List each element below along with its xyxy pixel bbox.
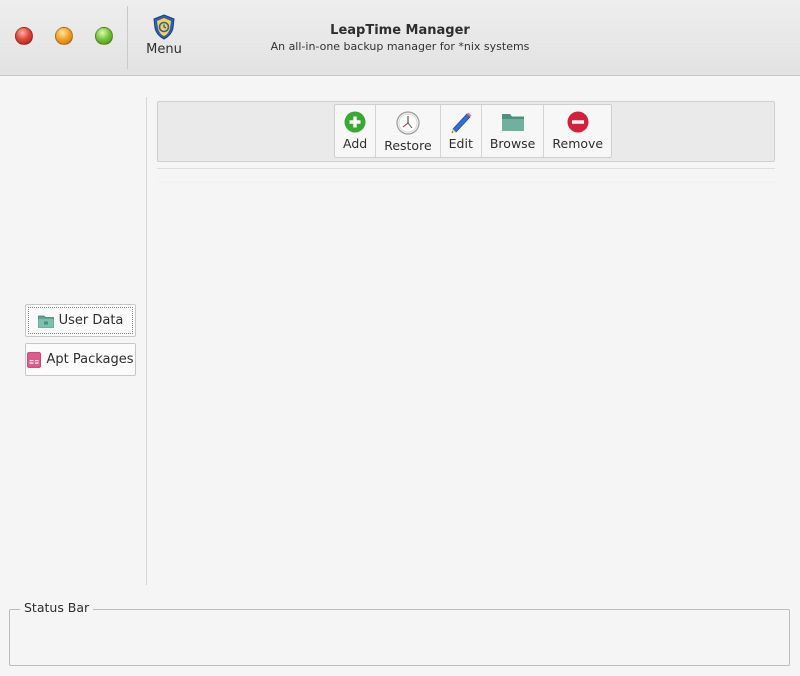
sidebar-item-label: Apt Packages: [46, 352, 134, 367]
app-title: LeapTime Manager: [330, 23, 470, 38]
minimize-window-button[interactable]: [55, 27, 73, 45]
status-bar-label: Status Bar: [20, 600, 94, 615]
toolbar: Add Restore Edit Browse Remove: [157, 101, 775, 162]
shield-icon: [153, 14, 175, 40]
maximize-window-button[interactable]: [95, 27, 113, 45]
restore-button[interactable]: Restore: [376, 105, 441, 157]
sidebar-item-label: User Data: [58, 313, 124, 328]
status-bar: [9, 609, 790, 666]
menu-label: Menu: [146, 42, 182, 57]
remove-button[interactable]: Remove: [544, 105, 611, 157]
folder-icon: [501, 114, 524, 131]
clock-icon: [396, 111, 420, 135]
add-button[interactable]: Add: [335, 105, 377, 157]
browse-button[interactable]: Browse: [482, 105, 545, 157]
folder-icon: [37, 315, 54, 328]
menu-button[interactable]: Menu: [138, 14, 190, 60]
edit-button[interactable]: Edit: [441, 105, 482, 157]
content-divider: [157, 181, 775, 182]
pencil-icon: [451, 112, 472, 133]
add-icon: [344, 111, 366, 133]
sidebar-item-apt-packages[interactable]: Apt Packages: [25, 343, 136, 376]
sidebar-item-user-data[interactable]: User Data: [25, 304, 136, 337]
edit-label: Edit: [448, 136, 473, 151]
sidebar-separator: [146, 97, 147, 585]
browse-label: Browse: [489, 136, 536, 151]
titlebar-separator: [127, 6, 128, 69]
remove-label: Remove: [552, 136, 604, 151]
remove-icon: [567, 111, 589, 133]
close-window-button[interactable]: [15, 27, 33, 45]
app-subtitle: An all-in-one backup manager for *nix sy…: [270, 40, 530, 53]
content-divider: [157, 168, 775, 169]
package-icon: [27, 351, 42, 368]
toolbar-button-group: Add Restore Edit Browse Remove: [334, 104, 613, 158]
restore-label: Restore: [384, 138, 432, 153]
add-label: Add: [343, 136, 368, 151]
title-bar: Menu LeapTime Manager An all-in-one back…: [0, 0, 800, 76]
